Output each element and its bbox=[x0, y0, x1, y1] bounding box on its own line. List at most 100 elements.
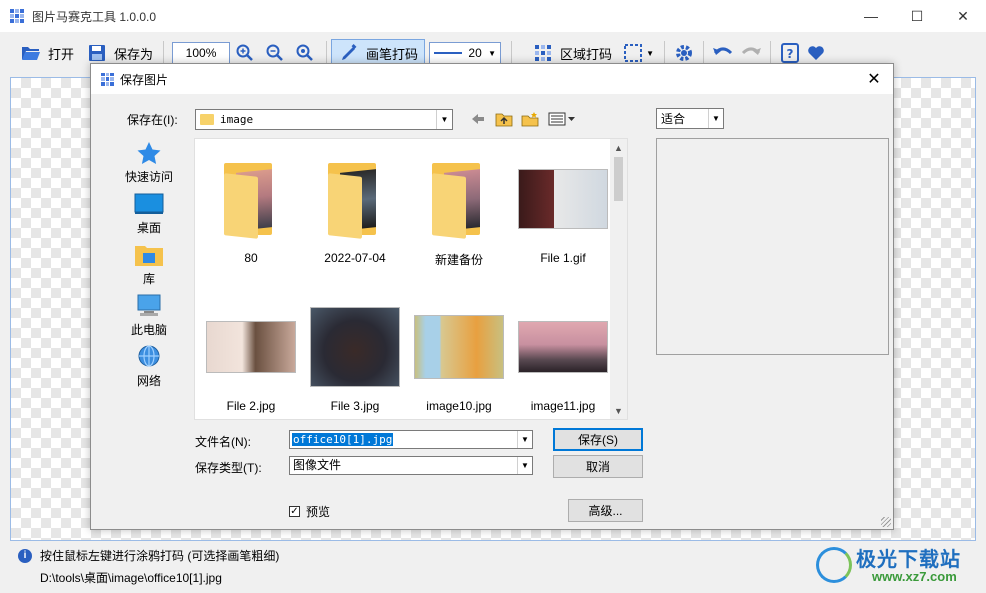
file-item-image[interactable]: File 3.jpg bbox=[303, 301, 407, 413]
folder-icon bbox=[328, 161, 382, 239]
network-icon bbox=[134, 344, 164, 370]
image-thumbnail bbox=[309, 301, 401, 393]
file-item-image[interactable]: image10.jpg bbox=[407, 301, 511, 413]
toolbar-divider bbox=[326, 41, 328, 65]
file-item-image[interactable]: image11.jpg bbox=[511, 301, 615, 413]
save-in-value: image bbox=[220, 113, 254, 126]
filetype-select[interactable]: 图像文件 ▼ bbox=[289, 456, 533, 475]
file-item-folder[interactable]: 2022-07-04 bbox=[303, 153, 407, 265]
toolbar-divider bbox=[769, 41, 771, 65]
scroll-thumb[interactable] bbox=[614, 157, 623, 201]
save-image-dialog: 保存图片 ✕ 保存在(I): image ▼ 快速访问 桌面 库 此电脑 网络 … bbox=[90, 63, 894, 530]
place-label: 桌面 bbox=[136, 221, 161, 235]
folder-thumbnail bbox=[309, 153, 401, 245]
desktop-icon bbox=[134, 191, 164, 217]
places-sidebar: 快速访问 桌面 库 此电脑 网络 bbox=[109, 136, 189, 391]
status-file-path: D:\tools\桌面\image\office10[1].jpg bbox=[40, 571, 222, 585]
folder-thumbnail bbox=[413, 153, 505, 245]
brush-icon bbox=[338, 42, 360, 64]
file-item-folder[interactable]: 80 bbox=[199, 153, 303, 265]
back-arrow-icon[interactable] bbox=[469, 110, 487, 128]
chevron-down-icon: ▼ bbox=[488, 48, 497, 58]
app-title: 图片马赛克工具 1.0.0.0 bbox=[32, 9, 157, 24]
open-label: 打开 bbox=[48, 46, 75, 62]
status-hint-row: i 按住鼠标左键进行涂鸦打码 (可选择画笔粗细) bbox=[18, 547, 279, 564]
portrait-image bbox=[206, 321, 296, 373]
dialog-title: 保存图片 bbox=[120, 72, 169, 87]
toolbar-divider bbox=[702, 41, 704, 65]
library-icon bbox=[134, 242, 164, 268]
watermark: 极光下载站 www.xz7.com bbox=[816, 543, 976, 591]
close-button[interactable]: ✕ bbox=[940, 0, 986, 32]
place-library[interactable]: 库 bbox=[109, 238, 189, 289]
file-list-view[interactable]: 80 2022-07-04 新建备份 File 1.gif File 2.jpg… bbox=[194, 138, 628, 420]
toolbar-divider bbox=[663, 41, 665, 65]
zoom-in-icon[interactable] bbox=[234, 42, 256, 64]
file-list-scrollbar[interactable]: ▲ ▼ bbox=[610, 139, 627, 419]
window-controls: — ☐ ✕ bbox=[848, 0, 986, 32]
save-button[interactable]: 保存(S) bbox=[553, 428, 643, 451]
dialog-close-button[interactable]: ✕ bbox=[863, 68, 885, 90]
redo-icon[interactable] bbox=[740, 42, 762, 64]
dialog-app-icon bbox=[101, 72, 114, 86]
maximize-button[interactable]: ☐ bbox=[894, 0, 940, 32]
view-menu-icon[interactable] bbox=[547, 110, 577, 128]
scroll-up-icon[interactable]: ▲ bbox=[610, 139, 627, 156]
zoom-level[interactable]: 100% bbox=[172, 42, 231, 64]
up-folder-icon[interactable] bbox=[495, 110, 513, 128]
chevron-down-icon[interactable]: ▼ bbox=[646, 49, 654, 58]
status-bar: i 按住鼠标左键进行涂鸦打码 (可选择画笔粗细) D:\tools\桌面\ima… bbox=[0, 543, 986, 593]
cancel-button[interactable]: 取消 bbox=[553, 455, 643, 478]
new-folder-icon[interactable] bbox=[521, 110, 539, 128]
watermark-title: 极光下载站 bbox=[856, 549, 961, 571]
file-item-image[interactable]: File 1.gif bbox=[511, 153, 615, 265]
preview-checkbox-row[interactable]: ✓ 预览 bbox=[289, 503, 330, 520]
folder-thumbnail bbox=[205, 153, 297, 245]
dialog-titlebar: 保存图片 ✕ bbox=[91, 64, 893, 94]
filename-value: office10[1].jpg bbox=[292, 433, 394, 446]
file-name: File 2.jpg bbox=[226, 399, 276, 413]
file-item-image[interactable]: File 2.jpg bbox=[199, 301, 303, 413]
folder-open-icon bbox=[20, 42, 42, 64]
file-item-folder[interactable]: 新建备份 bbox=[407, 153, 511, 268]
zoom-fit-icon[interactable] bbox=[294, 42, 316, 64]
chevron-down-icon: ▼ bbox=[517, 457, 532, 474]
place-desktop[interactable]: 桌面 bbox=[109, 187, 189, 238]
minimize-button[interactable]: — bbox=[848, 0, 894, 32]
filename-input[interactable]: office10[1].jpg ▼ bbox=[289, 430, 533, 449]
file-name: image10.jpg bbox=[426, 399, 492, 413]
chevron-down-icon: ▼ bbox=[436, 110, 452, 129]
undo-icon[interactable] bbox=[712, 42, 734, 64]
watermark-logo-icon bbox=[816, 547, 852, 583]
zoom-out-icon[interactable] bbox=[264, 42, 286, 64]
folder-icon bbox=[224, 161, 278, 239]
open-button[interactable]: 打开 bbox=[14, 39, 80, 67]
preview-fit-select[interactable]: 适合 ▼ bbox=[656, 108, 724, 129]
brush-width-select[interactable]: 20 ▼ bbox=[429, 42, 502, 64]
help-icon[interactable]: ? bbox=[779, 42, 801, 64]
preview-checkbox[interactable]: ✓ bbox=[289, 506, 300, 517]
selection-rect-icon[interactable] bbox=[622, 42, 644, 64]
region-label: 区域打码 bbox=[560, 46, 613, 62]
place-quick-access[interactable]: 快速访问 bbox=[109, 136, 189, 187]
place-label: 库 bbox=[142, 272, 155, 286]
place-this-pc[interactable]: 此电脑 bbox=[109, 289, 189, 340]
scroll-down-icon[interactable]: ▼ bbox=[610, 402, 627, 419]
resize-grip-icon[interactable] bbox=[881, 517, 891, 527]
gear-icon[interactable] bbox=[673, 42, 695, 64]
place-label: 快速访问 bbox=[124, 170, 173, 184]
star-icon bbox=[134, 140, 164, 166]
screenshot-image bbox=[518, 169, 608, 229]
image-thumbnail bbox=[205, 301, 297, 393]
landscape-image bbox=[518, 321, 608, 373]
advanced-button[interactable]: 高级... bbox=[568, 499, 643, 522]
mosaic-icon bbox=[532, 42, 554, 64]
chevron-down-icon[interactable]: ▼ bbox=[517, 431, 532, 448]
place-network[interactable]: 网络 bbox=[109, 340, 189, 391]
line-sample-icon bbox=[434, 52, 463, 54]
svg-text:?: ? bbox=[787, 47, 794, 61]
file-name: 80 bbox=[244, 251, 258, 265]
save-in-select[interactable]: image ▼ bbox=[195, 109, 453, 130]
preview-label: 预览 bbox=[306, 505, 331, 519]
heart-icon[interactable] bbox=[805, 42, 827, 64]
